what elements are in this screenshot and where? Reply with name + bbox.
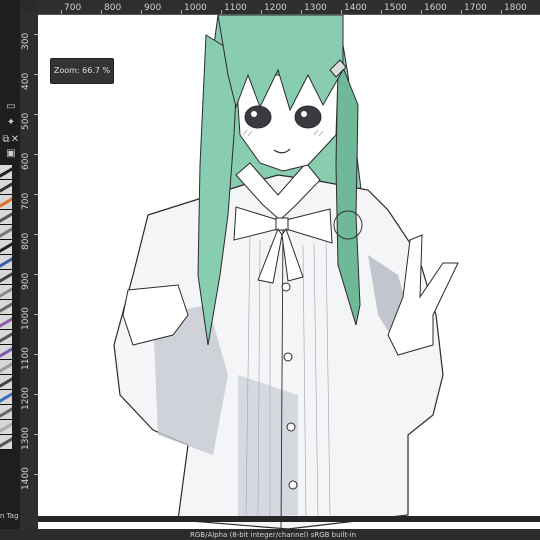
ruler-tick <box>421 10 422 14</box>
brush-preset[interactable] <box>0 285 12 300</box>
toggle-icon[interactable]: ▣ <box>5 148 17 159</box>
ruler-tick <box>141 10 142 14</box>
ruler-tick-label: 500 <box>21 112 31 130</box>
ruler-tick-label: 700 <box>64 3 82 13</box>
horizontal-ruler[interactable]: 700 800 900 1000 1100 1200 1300 1400 1500 1600 170… <box>38 0 540 15</box>
ruler-tick-label: 1100 <box>224 3 247 13</box>
brush-preset[interactable] <box>0 195 12 210</box>
ruler-tick <box>181 10 182 14</box>
ruler-tick <box>461 10 462 14</box>
brush-preset[interactable] <box>0 180 12 195</box>
brush-preset[interactable] <box>0 225 12 240</box>
brush-preset[interactable] <box>0 360 12 375</box>
tag-filter-label[interactable]: n Tag <box>0 512 19 520</box>
ruler-tick-label: 900 <box>21 272 31 290</box>
brush-preset[interactable] <box>0 165 12 180</box>
ruler-tick <box>301 10 302 14</box>
ruler-tick <box>501 10 502 14</box>
ruler-tick-label: 1300 <box>21 427 31 450</box>
brush-preset[interactable] <box>0 300 12 315</box>
vertical-ruler[interactable]: 300 400 500 600 700 800 900 1000 1100 1200 1300 140… <box>20 14 39 529</box>
ruler-tick <box>101 10 102 14</box>
brush-preset[interactable] <box>0 345 12 360</box>
ruler-tick-label: 800 <box>104 3 122 13</box>
ruler-tick <box>221 10 222 14</box>
pin-icon[interactable]: ✦ <box>5 117 17 128</box>
brush-preset[interactable] <box>0 240 12 255</box>
ruler-tick-label: 1600 <box>424 3 447 13</box>
ruler-tick-label: 1200 <box>21 387 31 410</box>
brush-preset[interactable] <box>0 315 12 330</box>
status-bar: RGB/Alpha (8-bit integer/channel) sRGB b… <box>0 529 540 539</box>
brush-preset[interactable] <box>0 210 12 225</box>
ruler-tick-label: 1400 <box>344 3 367 13</box>
ruler-tick <box>381 10 382 14</box>
ruler-tick-label: 1400 <box>21 467 31 490</box>
brush-preset[interactable] <box>0 405 12 420</box>
brush-preset[interactable] <box>0 435 12 450</box>
ruler-tick <box>261 10 262 14</box>
ruler-tick-label: 600 <box>21 152 31 170</box>
ruler-tick-label: 1500 <box>384 3 407 13</box>
comment-icon[interactable]: ▭ <box>5 101 17 112</box>
ruler-tick <box>341 10 342 14</box>
zoom-tooltip: Zoom: 66.7 % <box>50 58 114 84</box>
ruler-tick <box>61 10 62 14</box>
drawing-canvas[interactable] <box>38 15 540 529</box>
brush-preset[interactable] <box>0 270 12 285</box>
brush-preset[interactable] <box>0 420 12 435</box>
brush-preset[interactable] <box>0 375 12 390</box>
ruler-tick-label: 1200 <box>264 3 287 13</box>
ruler-tick-label: 400 <box>21 72 31 90</box>
brush-preset[interactable] <box>0 255 12 270</box>
horizontal-scrollbar[interactable] <box>38 516 540 522</box>
ruler-tick-label: 700 <box>21 192 31 210</box>
ruler-tick-label: 1800 <box>504 3 527 13</box>
brush-preset[interactable] <box>0 390 12 405</box>
ruler-tick-label: 1100 <box>21 347 31 370</box>
ruler-tick-label: 800 <box>21 232 31 250</box>
brush-preset[interactable] <box>0 330 12 345</box>
left-dock: ▭ ✦ ⧉ ✕ ▣ n Tag <box>0 0 20 529</box>
ruler-tick-label: 300 <box>21 32 31 50</box>
ruler-tick-label: 1000 <box>21 307 31 330</box>
ruler-tick-label: 1300 <box>304 3 327 13</box>
ruler-tick-label: 1700 <box>464 3 487 13</box>
anime-girl-illustration <box>113 15 459 529</box>
ruler-tick-label: 900 <box>144 3 162 13</box>
ruler-tick-label: 1000 <box>184 3 207 13</box>
